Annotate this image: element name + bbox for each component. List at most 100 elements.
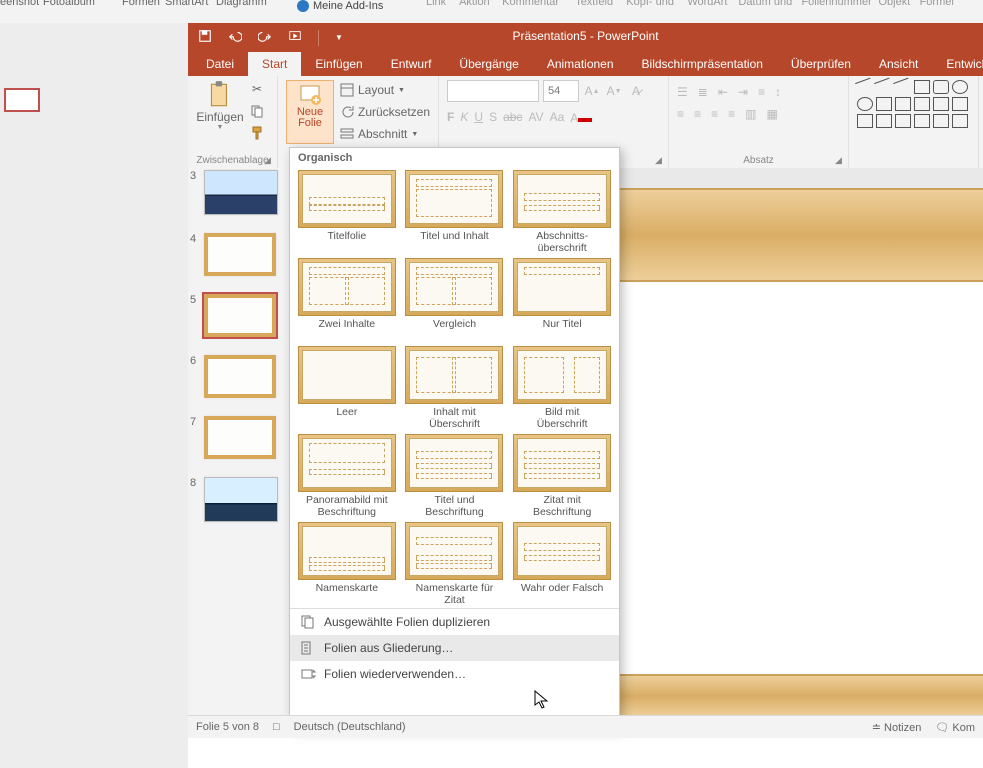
tab-datei[interactable]: Datei <box>192 52 248 76</box>
paste-button[interactable]: Einfügen ▼ <box>196 80 244 142</box>
cut-icon[interactable]: ✂ <box>248 80 266 98</box>
tab-ansicht[interactable]: Ansicht <box>865 52 932 76</box>
copy-icon[interactable] <box>248 102 266 120</box>
layout-option-12[interactable]: Namenskarte <box>296 522 398 606</box>
layout-option-13[interactable]: Namenskarte für Zitat <box>404 522 506 606</box>
insert-textbox-label[interactable]: Textfeld <box>575 0 623 8</box>
tab-animationen[interactable]: Animationen <box>533 52 628 76</box>
clear-formatting-icon[interactable]: A̷ <box>627 81 645 101</box>
layout-option-7[interactable]: Inhalt mit Überschrift <box>404 346 506 430</box>
strike-icon[interactable]: abc <box>503 110 522 124</box>
tab-entwickler[interactable]: Entwick <box>932 52 983 76</box>
slide-thumb-3[interactable]: 3 <box>204 170 286 215</box>
new-slide-layout-picker: Organisch TitelfolieTitel und InhaltAbsc… <box>289 147 620 729</box>
italic-icon[interactable]: K <box>460 110 468 124</box>
insert-screenshot-label[interactable]: eenshot <box>0 0 39 8</box>
insert-object-label[interactable]: Objekt <box>879 0 917 8</box>
layout-option-14[interactable]: Wahr oder Falsch <box>511 522 613 606</box>
font-family-combo[interactable] <box>447 80 539 102</box>
font-size-combo[interactable]: 54 <box>543 80 579 102</box>
insert-datetime-label[interactable]: Datum und <box>738 0 798 8</box>
insert-smartart-label[interactable]: SmartArt <box>165 0 208 8</box>
decrease-font-icon[interactable]: A▼ <box>605 81 623 101</box>
slide-thumb-7[interactable]: 7 <box>204 416 286 459</box>
shadow-icon[interactable]: S <box>489 110 497 124</box>
insert-photoalbum-label[interactable]: Fotoalbum <box>43 0 95 8</box>
layout-option-10[interactable]: Titel und Beschriftung <box>404 434 506 518</box>
format-painter-icon[interactable] <box>248 124 266 142</box>
slide-thumb-8[interactable]: 8 <box>204 477 286 522</box>
new-slide-button[interactable]: Neue Folie <box>286 80 334 144</box>
layout-option-2[interactable]: Abschnitts- überschrift <box>511 170 613 254</box>
layout-option-5[interactable]: Nur Titel <box>511 258 613 342</box>
insert-link-label[interactable]: Link <box>426 0 456 8</box>
bold-icon[interactable]: F <box>447 110 454 124</box>
slide-thumbnail-panel[interactable]: 3 4 5 6 7 8 <box>188 168 291 716</box>
tab-einfuegen[interactable]: Einfügen <box>301 52 376 76</box>
underline-icon[interactable]: U <box>474 110 483 124</box>
slide-thumb-4[interactable]: 4 <box>204 233 286 276</box>
tab-start[interactable]: Start <box>248 52 301 76</box>
menu-slides-from-outline[interactable]: Folien aus Gliederung… <box>290 635 619 661</box>
insert-headerfooter-label[interactable]: Kopf- und <box>626 0 684 8</box>
insert-diagram-label[interactable]: Diagramm <box>216 0 267 8</box>
align-right-icon[interactable]: ≡ <box>711 107 718 121</box>
line-spacing-icon[interactable]: ≡ <box>758 85 765 99</box>
insert-equation-label[interactable]: Formel <box>920 0 958 8</box>
justify-icon[interactable]: ≡ <box>728 107 735 121</box>
shapes-gallery[interactable] <box>857 80 970 128</box>
insert-action-label[interactable]: Aktion <box>459 0 499 8</box>
paragraph-group-label: Absatz <box>669 155 848 166</box>
thumb-number: 7 <box>190 416 196 428</box>
indent-decrease-icon[interactable]: ⇤ <box>718 85 728 99</box>
layout-button[interactable]: Layout▼ <box>340 80 430 100</box>
notes-toggle[interactable]: ≐ Notizen <box>872 721 922 734</box>
window-title: Präsentation5 - PowerPoint <box>188 29 983 43</box>
insert-comment-label[interactable]: Kommentar <box>502 0 572 8</box>
indent-increase-icon[interactable]: ⇥ <box>738 85 748 99</box>
layout-option-0[interactable]: Titelfolie <box>296 170 398 254</box>
layout-option-1[interactable]: Titel und Inhalt <box>404 170 506 254</box>
picker-theme-header: Organisch <box>290 148 619 168</box>
tab-uebergaenge[interactable]: Übergänge <box>445 52 532 76</box>
layout-option-11[interactable]: Zitat mit Beschriftung <box>511 434 613 518</box>
my-addins-button[interactable]: Meine Add-Ins <box>297 0 383 12</box>
layout-option-6[interactable]: Leer <box>296 346 398 430</box>
status-spellcheck-icon[interactable]: □ <box>273 721 280 733</box>
align-center-icon[interactable]: ≡ <box>694 107 701 121</box>
layout-option-9[interactable]: Panoramabild mit Beschriftung <box>296 434 398 518</box>
reset-button[interactable]: Zurücksetzen <box>340 102 430 122</box>
bullets-icon[interactable]: ☰ <box>677 85 688 99</box>
comments-toggle[interactable]: 🗨 Kom <box>935 721 975 734</box>
increase-font-icon[interactable]: A▲ <box>583 81 601 101</box>
tab-ueberpruefen[interactable]: Überprüfen <box>777 52 865 76</box>
numbering-icon[interactable]: ≣ <box>698 85 708 99</box>
menu-duplicate-slides[interactable]: Ausgewählte Folien duplizieren <box>290 609 619 635</box>
menu-reuse-slides[interactable]: Folien wiederverwenden… <box>290 661 619 687</box>
font-dialog-launcher[interactable]: ◢ <box>655 155 665 165</box>
layout-option-3[interactable]: Zwei Inhalte <box>296 258 398 342</box>
slide-thumb-6[interactable]: 6 <box>204 355 286 398</box>
layout-option-8[interactable]: Bild mit Überschrift <box>511 346 613 430</box>
tab-entwurf[interactable]: Entwurf <box>377 52 446 76</box>
insert-slideno-label[interactable]: Foliennummer <box>801 0 875 8</box>
layout-caption: Titel und Beschriftung <box>404 494 506 518</box>
convert-smartart-icon[interactable]: ▦ <box>766 107 777 121</box>
font-color-icon[interactable]: A <box>570 108 592 125</box>
insert-wordart-label[interactable]: WordArt <box>687 0 735 8</box>
tab-bildschirmpraesentation[interactable]: Bildschirmpräsentation <box>628 52 777 76</box>
align-left-icon[interactable]: ≡ <box>677 107 684 121</box>
spacing-icon[interactable]: AV <box>528 110 543 124</box>
columns-icon[interactable]: ▥ <box>745 107 756 121</box>
paragraph-dialog-launcher[interactable]: ◢ <box>835 155 845 165</box>
status-language[interactable]: Deutsch (Deutschland) <box>294 721 406 733</box>
insert-shapes-label[interactable]: Formen <box>122 0 160 8</box>
slide-thumb-5[interactable]: 5 <box>204 294 286 337</box>
change-case-icon[interactable]: Aa <box>550 110 565 124</box>
text-direction-icon[interactable]: ↕ <box>775 85 781 99</box>
parent-thumbnail[interactable] <box>4 88 40 112</box>
layout-option-4[interactable]: Vergleich <box>404 258 506 342</box>
ribbon-tabs: Datei Start Einfügen Entwurf Übergänge A… <box>188 52 983 76</box>
clipboard-dialog-launcher[interactable]: ◢ <box>264 155 274 165</box>
section-button[interactable]: Abschnitt▼ <box>340 124 430 144</box>
